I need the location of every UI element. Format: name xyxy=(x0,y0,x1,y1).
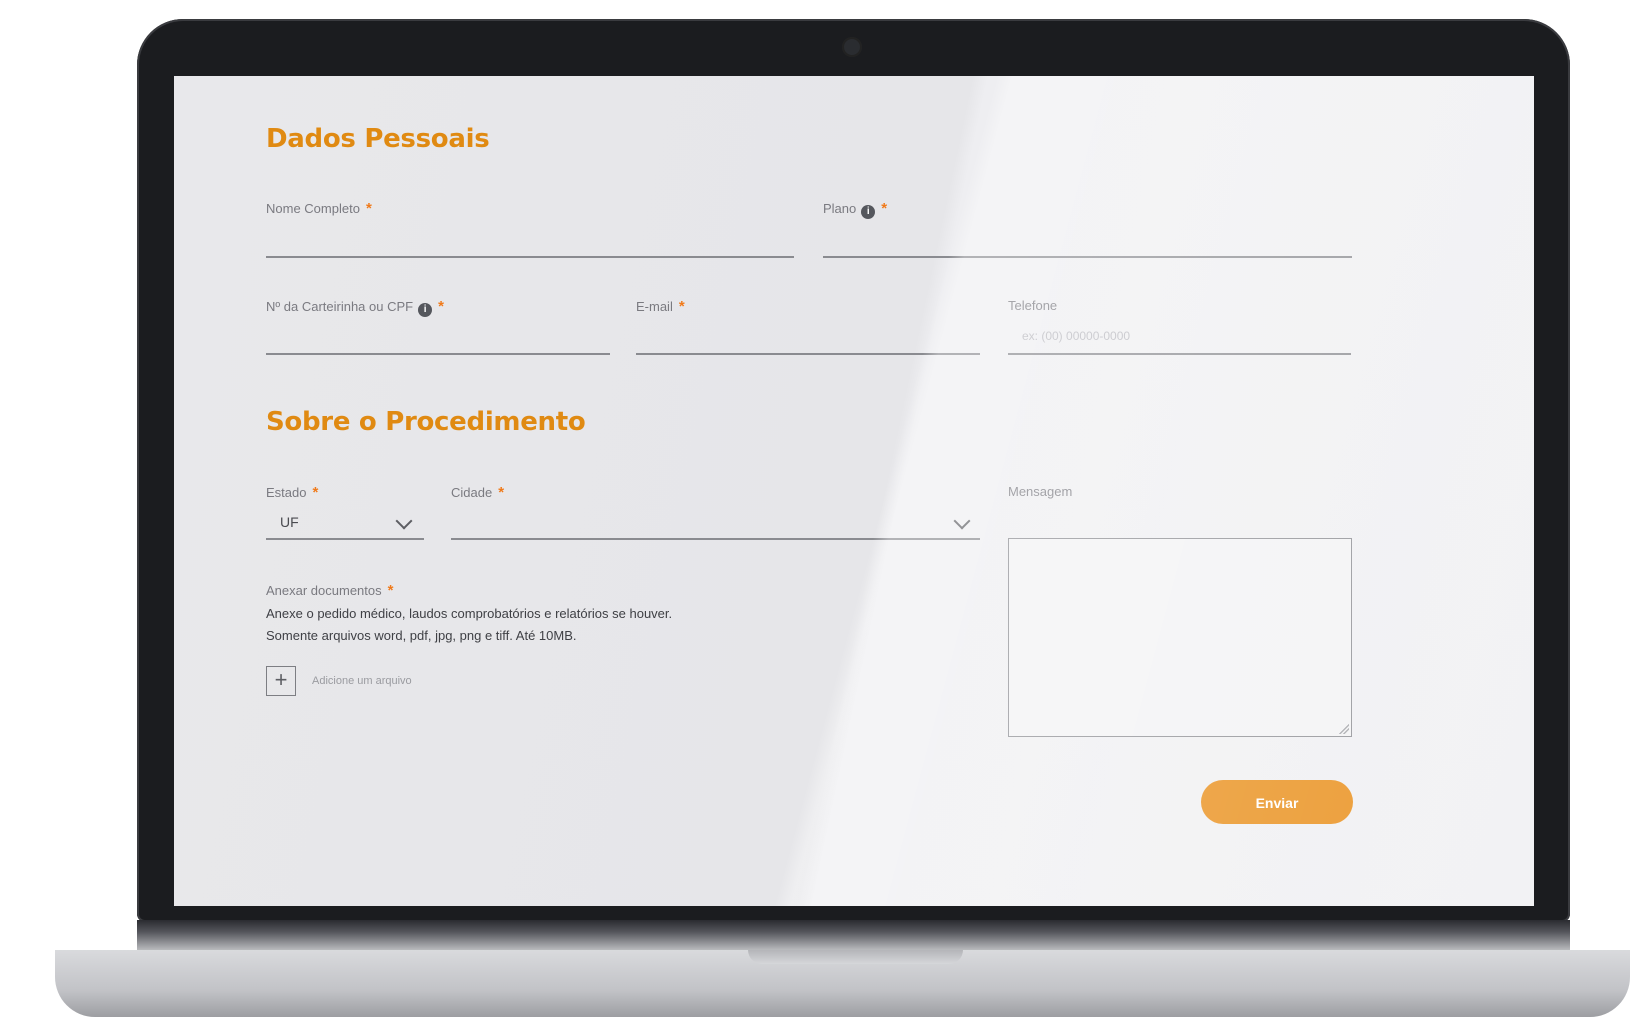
city-label: Cidade * xyxy=(451,484,504,501)
attach-help-line2: Somente arquivos word, pdf, jpg, png e t… xyxy=(266,628,577,643)
attach-help: Anexe o pedido médico, laudos comprobató… xyxy=(266,603,672,647)
section-title-procedure: Sobre o Procedimento xyxy=(266,407,586,437)
state-label: Estado * xyxy=(266,484,318,501)
laptop-hinge xyxy=(137,920,1570,950)
state-select[interactable] xyxy=(266,538,424,540)
plan-label-text: Plano xyxy=(823,201,857,216)
required-mark: * xyxy=(312,484,319,501)
card-cpf-field[interactable] xyxy=(266,353,610,355)
city-label-text: Cidade xyxy=(451,485,493,500)
add-file-label[interactable]: Adicione um arquivo xyxy=(312,675,412,687)
plus-icon: + xyxy=(274,667,288,692)
card-cpf-label: Nº da Carteirinha ou CPF i * xyxy=(266,298,444,317)
email-label-text: E-mail xyxy=(636,299,673,314)
state-label-text: Estado xyxy=(266,485,307,500)
state-select-value[interactable]: UF xyxy=(280,514,299,530)
attach-help-line1: Anexe o pedido médico, laudos comprobató… xyxy=(266,606,673,621)
message-textarea[interactable] xyxy=(1008,538,1352,737)
full-name-label: Nome Completo * xyxy=(266,200,372,217)
chevron-down-icon[interactable] xyxy=(395,512,413,530)
plan-field[interactable] xyxy=(823,256,1352,258)
add-file-button[interactable]: + xyxy=(266,666,296,696)
city-select[interactable] xyxy=(451,538,980,540)
submit-button[interactable]: Enviar xyxy=(1201,780,1353,824)
resize-handle-icon[interactable] xyxy=(1339,724,1349,734)
required-mark: * xyxy=(498,484,505,501)
attach-label: Anexar documentos * xyxy=(266,582,393,599)
message-label: Mensagem xyxy=(1008,484,1073,499)
camera-icon xyxy=(842,37,862,57)
phone-label: Telefone xyxy=(1008,298,1058,313)
card-cpf-label-text: Nº da Carteirinha ou CPF xyxy=(266,299,414,314)
required-mark: * xyxy=(365,200,372,217)
section-title-personal: Dados Pessoais xyxy=(266,124,490,154)
info-icon[interactable]: i xyxy=(418,303,433,317)
required-mark: * xyxy=(678,298,685,315)
phone-placeholder[interactable]: ex: (00) 00000-0000 xyxy=(1022,329,1130,343)
full-name-label-text: Nome Completo xyxy=(266,201,360,216)
email-label: E-mail * xyxy=(636,298,685,315)
email-field[interactable] xyxy=(636,353,980,355)
required-mark: * xyxy=(387,582,394,599)
chevron-down-icon[interactable] xyxy=(953,512,971,530)
required-mark: * xyxy=(881,200,888,217)
laptop-notch xyxy=(748,950,963,964)
form-screen: Dados Pessoais Nome Completo * Plano i * Nº… xyxy=(174,76,1534,906)
plan-label: Plano i * xyxy=(823,200,887,219)
required-mark: * xyxy=(438,298,444,315)
attach-label-text: Anexar documentos xyxy=(266,583,382,598)
phone-field[interactable] xyxy=(1008,353,1351,355)
full-name-field[interactable] xyxy=(266,256,794,258)
info-icon[interactable]: i xyxy=(861,205,876,219)
